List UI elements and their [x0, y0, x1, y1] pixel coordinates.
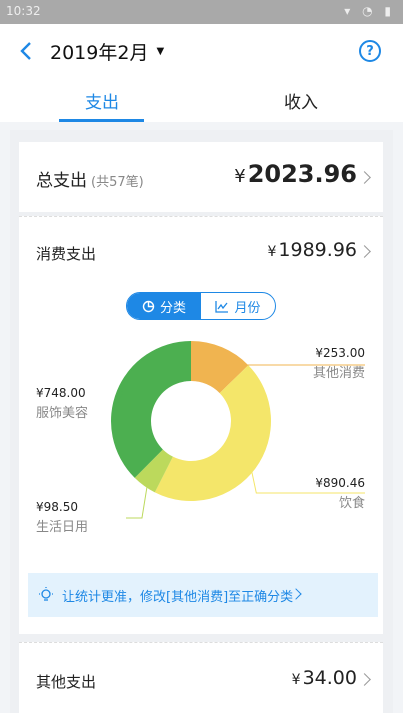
- leader-line: [126, 480, 149, 519]
- month-selector[interactable]: 2019年2月 ▼: [50, 38, 164, 65]
- other-currency: ¥: [291, 672, 301, 688]
- slice-value-label: ¥98.50: [36, 500, 78, 514]
- chevron-right-icon: [358, 171, 371, 184]
- chevron-right-icon: [358, 673, 371, 686]
- slice-name-label: 饮食: [339, 495, 365, 511]
- question-icon: ?: [366, 43, 374, 59]
- total-currency: ¥: [234, 166, 246, 187]
- slice-name-label: 生活日用: [36, 520, 88, 535]
- consume-expense-card: 消费支出 ¥1989.96 分类 月份 ¥253.00 其他消费 ¥890.46…: [19, 216, 383, 634]
- chevron-left-icon: [20, 42, 31, 60]
- leader-dot: [145, 478, 150, 483]
- content-area: 总支出 (共57笔) ¥2023.96 消费支出 ¥1989.96 分类 月份 …: [10, 130, 393, 713]
- leader-dot: [217, 351, 222, 356]
- back-button[interactable]: [14, 38, 38, 64]
- tip-banner[interactable]: 让统计更准，修改[其他消费]至正确分类: [28, 573, 378, 617]
- other-amount: ¥34.00: [292, 667, 357, 689]
- other-label: 其他支出: [36, 673, 97, 691]
- donut-slice[interactable]: [111, 341, 191, 478]
- tab-expense[interactable]: 支出: [57, 88, 147, 113]
- total-amount: ¥2023.96: [234, 160, 357, 188]
- tip-text: 让统计更准，修改[其他消费]至正确分类: [62, 589, 294, 605]
- tab-active-indicator: [59, 119, 144, 122]
- total-label-text: 总支出: [36, 171, 87, 191]
- slice-value-label: ¥748.00: [36, 386, 86, 400]
- total-amount-value: 2023.96: [247, 160, 357, 188]
- leader-dot: [248, 462, 253, 467]
- total-expense-row[interactable]: 总支出 (共57笔) ¥2023.96: [19, 142, 383, 212]
- status-bar: 10:32 ▾ ◔ ▮: [0, 0, 403, 24]
- total-expense-label: 总支出 (共57笔): [36, 166, 144, 191]
- total-count: (共57笔): [91, 175, 144, 190]
- slice-name-label: 服饰美容: [36, 405, 88, 421]
- month-title-text: 2019年2月: [50, 42, 149, 64]
- slice-name-label: 其他消费: [313, 366, 365, 381]
- tab-bar: 支出 收入: [0, 82, 403, 122]
- lightbulb-icon: [39, 587, 53, 601]
- other-amount-value: 34.00: [302, 667, 357, 689]
- status-time: 10:32: [6, 4, 41, 18]
- other-expense-row[interactable]: 其他支出 ¥34.00: [19, 642, 383, 713]
- tab-income[interactable]: 收入: [256, 88, 346, 113]
- leader-dot: [120, 391, 125, 396]
- slice-value-label: ¥890.46: [315, 476, 365, 490]
- caret-down-icon: ▼: [156, 46, 165, 57]
- status-icons: ▾ ◔ ▮: [344, 4, 395, 18]
- help-button[interactable]: ?: [359, 40, 381, 62]
- app-header: 2019年2月 ▼ ? 支出 收入: [0, 24, 403, 122]
- slice-value-label: ¥253.00: [315, 346, 365, 360]
